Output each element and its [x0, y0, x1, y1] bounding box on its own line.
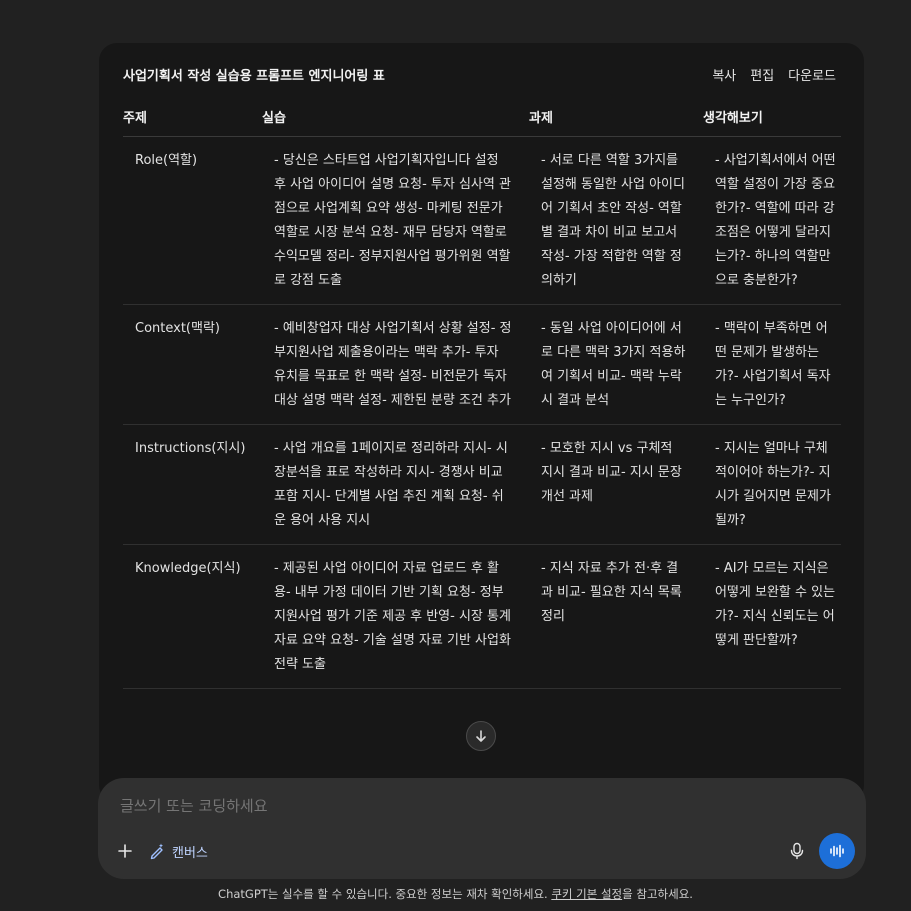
cell-practice: - 제공된 사업 아이디어 자료 업로드 후 활용- 내부 가정 데이터 기반 … — [274, 561, 511, 672]
header-topic: 주제 — [123, 111, 147, 126]
table-header: 주제 실습 과제 생각해보기 — [123, 107, 841, 137]
cell-practice: - 사업 개요를 1페이지로 정리하라 지시- 시장분석을 표로 작성하라 지시… — [274, 441, 508, 528]
cell-practice: - 당신은 스타트업 사업기획자입니다 설정 후 사업 아이디어 설명 요청- … — [274, 153, 511, 288]
header-practice: 실습 — [262, 111, 286, 126]
pen-sparkle-icon — [150, 843, 163, 860]
cell-task: - 서로 다른 역할 3가지를 설정해 동일한 사업 아이디어 기획서 초안 작… — [541, 153, 685, 288]
scroll-down-button[interactable] — [466, 721, 496, 751]
voice-mode-button[interactable] — [819, 833, 855, 869]
download-button[interactable]: 다운로드 — [788, 65, 836, 84]
header-task: 과제 — [529, 111, 553, 126]
header-think: 생각해보기 — [703, 111, 763, 126]
disclaimer-text-end: 을 참고하세요. — [622, 887, 693, 901]
arrow-down-icon — [476, 730, 486, 742]
cell-practice: - 예비창업자 대상 사업기획서 상황 설정- 정부지원사업 제출용이라는 맥락… — [274, 321, 512, 408]
dictate-button[interactable] — [786, 840, 808, 862]
plus-icon — [118, 844, 132, 858]
cell-think: - AI가 모르는 지식은 어떻게 보완할 수 있는가?- 지식 신뢰도는 어떻… — [715, 561, 836, 648]
chat-page: 사업기획서 작성 실습용 프롬프트 엔지니어링 표 복사 편집 다운로드 주제 … — [0, 0, 911, 911]
prompt-input[interactable] — [118, 794, 722, 818]
cell-topic: Instructions(지시) — [135, 441, 246, 456]
table-row: Context(맥락) - 예비창업자 대상 사업기획서 상황 설정- 정부지원… — [123, 305, 841, 425]
microphone-icon — [790, 842, 804, 860]
cell-topic: Context(맥락) — [135, 321, 220, 336]
card-header: 사업기획서 작성 실습용 프롬프트 엔지니어링 표 복사 편집 다운로드 — [123, 63, 836, 85]
cell-think: - 맥락이 부족하면 어떤 문제가 발생하는가?- 사업기획서 독자는 누구인가… — [715, 321, 831, 408]
cell-topic: Role(역할) — [135, 153, 198, 168]
table-card: 사업기획서 작성 실습용 프롬프트 엔지니어링 표 복사 편집 다운로드 주제 … — [99, 43, 864, 803]
disclaimer-text: ChatGPT는 실수를 할 수 있습니다. 중요한 정보는 재차 확인하세요. — [218, 887, 552, 901]
table-row: Knowledge(지식) - 제공된 사업 아이디어 자료 업로드 후 활용-… — [123, 545, 841, 689]
card-actions: 복사 편집 다운로드 — [712, 65, 836, 84]
cell-think: - 지시는 얼마나 구체적이어야 하는가?- 지시가 길어지면 문제가 될까? — [715, 441, 831, 528]
table-row: Instructions(지시) - 사업 개요를 1페이지로 정리하라 지시-… — [123, 425, 841, 545]
edit-button[interactable]: 편집 — [750, 65, 774, 84]
cell-topic: Knowledge(지식) — [135, 561, 241, 576]
copy-button[interactable]: 복사 — [712, 65, 736, 84]
card-title: 사업기획서 작성 실습용 프롬프트 엔지니어링 표 — [123, 68, 385, 84]
table-row: Role(역할) - 당신은 스타트업 사업기획자입니다 설정 후 사업 아이디… — [123, 137, 841, 305]
add-attachment-button[interactable] — [114, 840, 136, 862]
cookie-settings-link[interactable]: 쿠키 기본 설정 — [551, 887, 622, 901]
waveform-icon — [830, 844, 844, 858]
cell-task: - 동일 사업 아이디어에 서로 다른 맥락 3가지 적용하여 기획서 비교- … — [541, 321, 686, 408]
disclaimer: ChatGPT는 실수를 할 수 있습니다. 중요한 정보는 재차 확인하세요.… — [0, 886, 911, 902]
cell-think: - 사업기획서에서 어떤 역할 설정이 가장 중요한가?- 역할에 따라 강조점… — [715, 153, 836, 288]
prompt-table: 주제 실습 과제 생각해보기 Role(역할) - 당신은 스타트업 사업기획자… — [123, 107, 841, 689]
composer: 캔버스 — [98, 778, 866, 879]
canvas-button[interactable]: 캔버스 — [148, 838, 208, 864]
cell-task: - 모호한 지시 vs 구체적 지시 결과 비교- 지시 문장 개선 과제 — [541, 441, 682, 504]
cell-task: - 지식 자료 추가 전·후 결과 비교- 필요한 지식 목록 정리 — [541, 561, 682, 624]
canvas-label: 캔버스 — [172, 845, 208, 861]
